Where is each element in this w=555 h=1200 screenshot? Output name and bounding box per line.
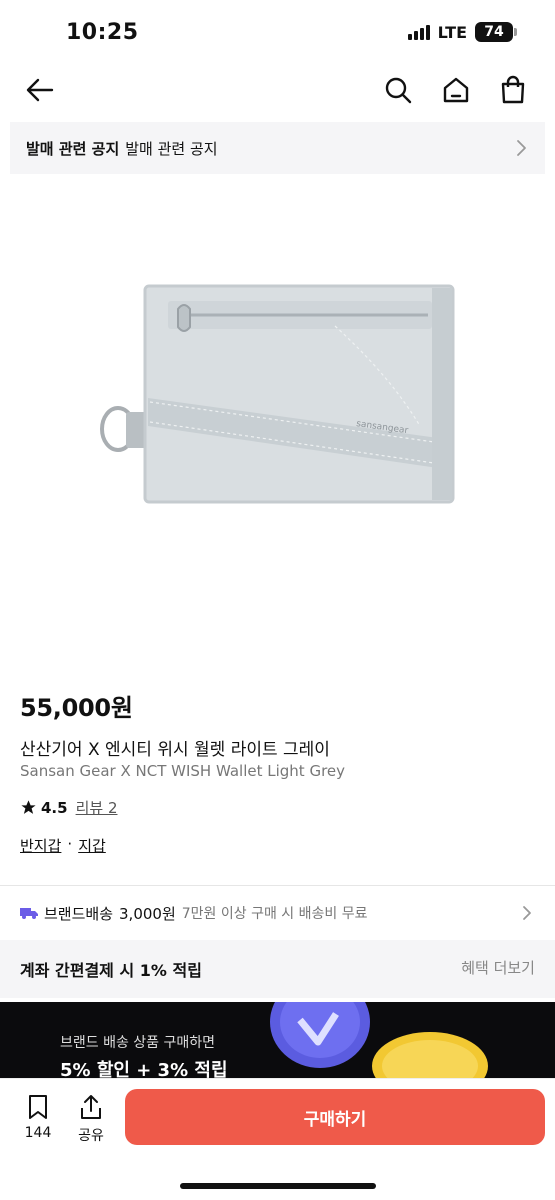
promo-banner[interactable]: 브랜드 배송 상품 구매하면 5% 할인 + 3% 적립 [0,1002,555,1078]
back-button[interactable] [22,72,58,108]
rating-score: 4.5 [41,798,68,817]
review-link[interactable]: 리뷰 2 [76,797,118,818]
truck-icon [20,908,38,919]
home-button[interactable] [438,72,474,108]
shipping-condition: 7만원 이상 구매 시 배송비 무료 [181,906,368,922]
arrow-left-icon [26,78,54,102]
cart-button[interactable] [495,72,531,108]
bookmark-icon [29,1095,47,1119]
share-button[interactable]: 공유 [71,1093,111,1145]
category-link-1[interactable]: 반지갑 [20,835,61,856]
shipping-fee: 3,000원 [119,904,176,923]
category-breadcrumb: 반지갑 · 지갑 [20,835,106,856]
product-price: 55,000원 [20,694,133,722]
status-bar: 10:25 LTE 74 [0,0,555,64]
product-name-en: Sansan Gear X NCT WISH Wallet Light Grey [20,762,346,780]
benefit-more-link[interactable]: 혜택 더보기 [461,957,535,978]
divider [0,885,555,886]
like-count: 144 [24,1125,52,1141]
shipping-info[interactable]: 브랜드배송 3,000원 7만원 이상 구매 시 배송비 무료 [20,900,540,926]
benefit-row: 계좌 간편결제 시 1% 적립 혜택 더보기 [0,940,555,998]
shopping-bag-icon [501,75,525,104]
promo-line2: 5% 할인 + 3% 적립 [60,1060,228,1078]
category-separator: · [67,835,73,853]
promo-line1: 브랜드 배송 상품 구매하면 [60,1035,216,1051]
share-label: 공유 [78,1128,104,1144]
chevron-right-icon [523,906,531,920]
notice-banner[interactable]: 발매 관련 공지 발매 관련 공지 [10,122,545,174]
like-button[interactable]: 144 [18,1093,58,1141]
home-icon [443,77,469,103]
product-image[interactable]: sansangear [0,176,555,656]
chevron-right-icon [517,140,526,156]
home-indicator [180,1183,376,1189]
signal-icon [407,24,430,40]
share-icon [81,1095,101,1119]
network-label: LTE [437,22,467,42]
star-icon [21,800,36,814]
category-link-2[interactable]: 지갑 [78,835,106,856]
notice-text: 발매 관련 공지 [125,139,218,158]
battery-icon: 74 [475,22,517,42]
top-nav [0,64,555,116]
search-button[interactable] [380,72,416,108]
bottom-action-bar: 144 공유 구매하기 [0,1078,555,1200]
shipping-label: 브랜드배송 [44,904,114,923]
status-time: 10:25 [66,20,139,45]
benefit-label: 계좌 간편결제 시 1% 적립 [20,961,202,980]
notice-label: 발매 관련 공지 [26,139,120,158]
rating-row: 4.5 리뷰 2 [20,797,118,818]
product-name-ko: 산산기어 X 엔시티 위시 월렛 라이트 그레이 [20,740,330,760]
buy-button[interactable]: 구매하기 [125,1089,545,1145]
wallet-image: sansangear [100,284,455,504]
search-icon [385,77,412,104]
